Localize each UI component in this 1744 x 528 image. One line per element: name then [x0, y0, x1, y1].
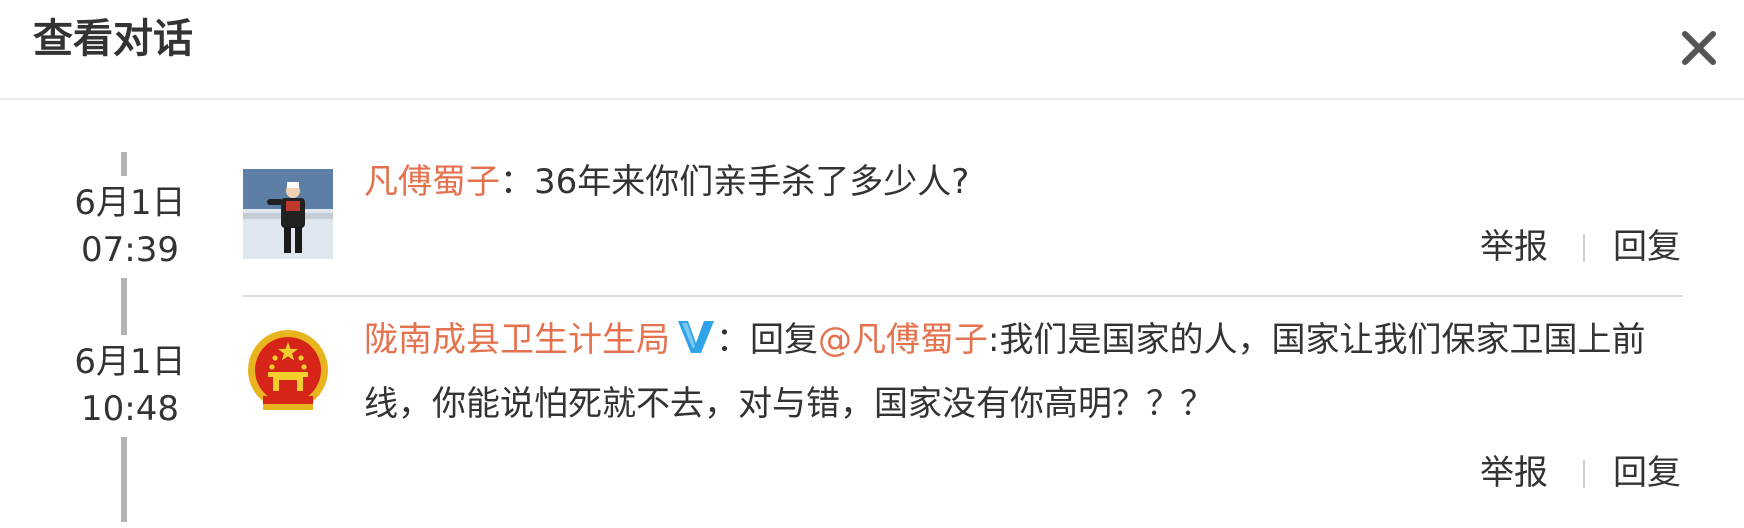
username-link[interactable]: 凡傅蜀子 — [364, 162, 500, 202]
message-timestamp: 6月1日 10:48 — [40, 335, 220, 437]
message-text: 36年来你们亲手杀了多少人? — [534, 162, 970, 202]
message-time: 10:48 — [81, 389, 179, 429]
dialog-header: 查看对话 — [0, 0, 1744, 100]
national-emblem-avatar — [243, 328, 333, 418]
action-separator — [1583, 460, 1585, 488]
colon: ： — [716, 320, 750, 360]
avatar[interactable] — [243, 328, 333, 418]
colon: ： — [500, 162, 534, 202]
conversation-dialog: 查看对话 6月1日 07:39 凡傅蜀子：36年来你们亲手杀了多少人? 举报 回… — [0, 0, 1744, 528]
verified-v-icon[interactable] — [676, 319, 716, 355]
message-time: 07:39 — [81, 230, 179, 270]
reply-link[interactable]: 回复 — [1613, 448, 1681, 498]
message-actions: 举报 回复 — [1460, 448, 1690, 498]
message-body: 陇南成县卫生计生局 ：回复@凡傅蜀子:我们是国家的人，国家让我们保家卫国上前线，… — [364, 308, 1684, 436]
dialog-title: 查看对话 — [33, 16, 193, 62]
report-link[interactable]: 举报 — [1480, 448, 1548, 498]
message-actions: 举报 回复 — [1460, 222, 1690, 272]
report-link[interactable]: 举报 — [1480, 222, 1548, 272]
reply-link[interactable]: 回复 — [1613, 222, 1681, 272]
username-link[interactable]: 陇南成县卫生计生局 — [364, 320, 670, 360]
close-icon — [1682, 31, 1716, 65]
message-date: 6月1日 — [74, 342, 186, 382]
reply-prefix: 回复 — [750, 320, 818, 360]
message-divider — [243, 295, 1683, 297]
action-separator — [1583, 234, 1585, 262]
message-timestamp: 6月1日 07:39 — [40, 176, 220, 278]
avatar[interactable] — [243, 169, 333, 259]
user-photo-avatar — [243, 169, 333, 259]
mention-link[interactable]: @凡傅蜀子 — [818, 320, 988, 360]
message-body: 凡傅蜀子：36年来你们亲手杀了多少人? — [364, 150, 1684, 214]
close-button[interactable] — [1677, 26, 1721, 70]
message-date: 6月1日 — [74, 183, 186, 223]
